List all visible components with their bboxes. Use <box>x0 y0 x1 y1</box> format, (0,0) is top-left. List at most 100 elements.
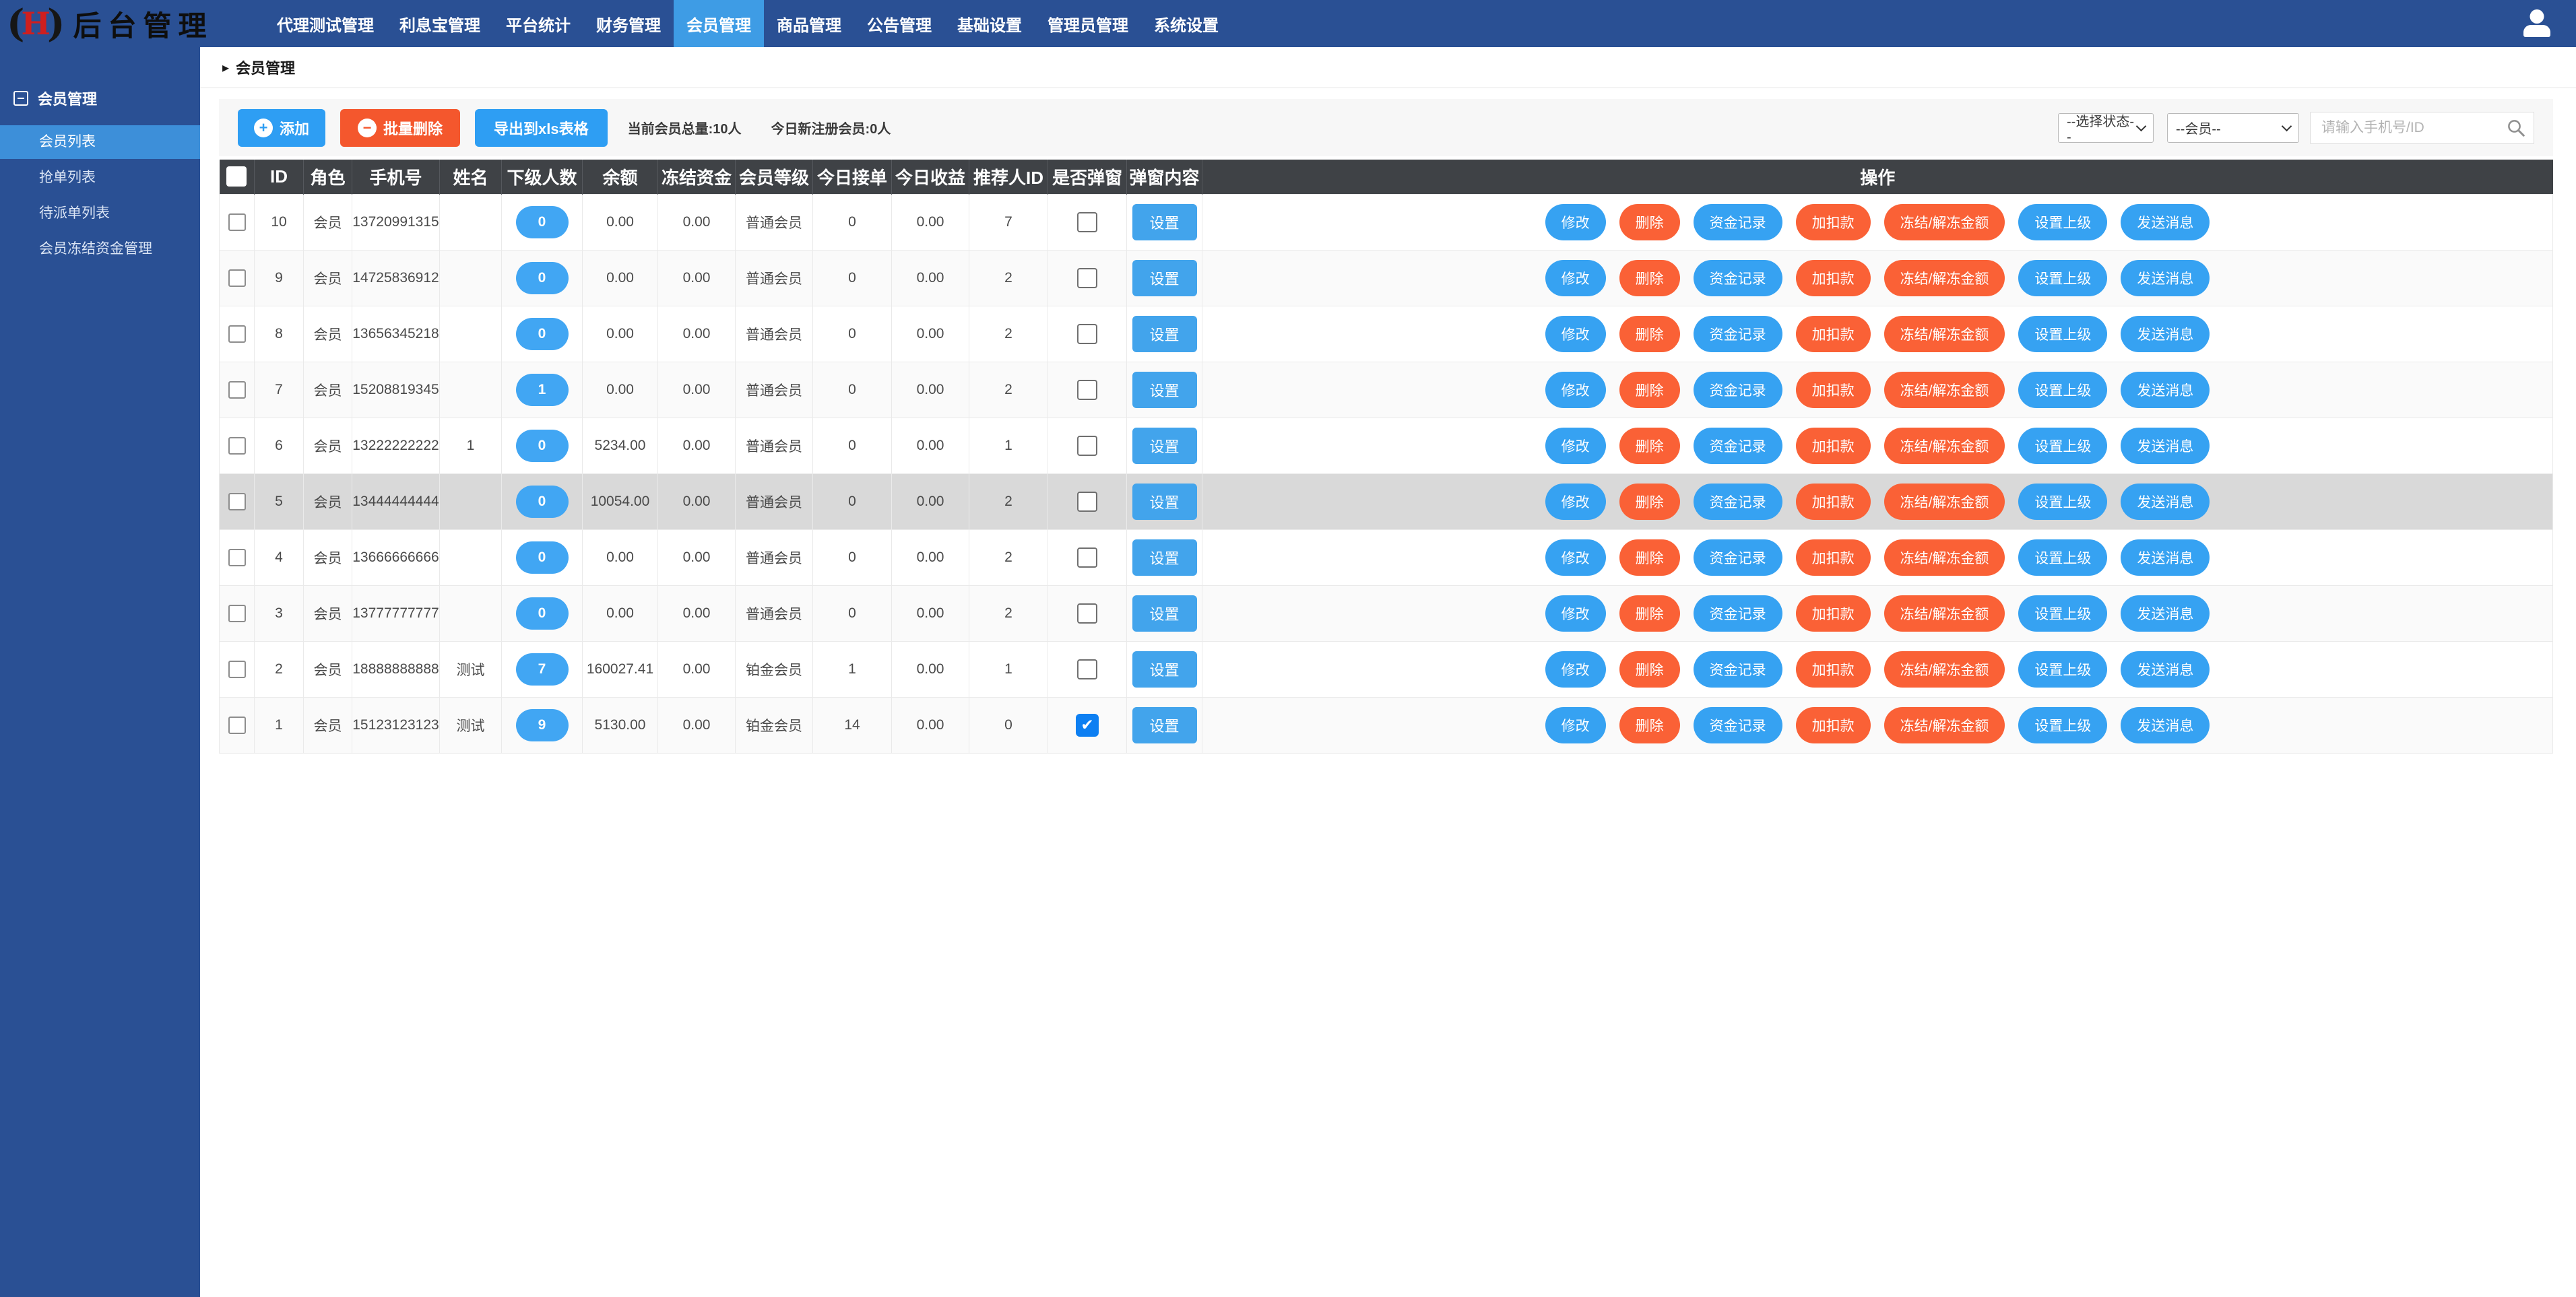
action-freeze-unfreeze-button[interactable]: 冻结/解冻金额 <box>1883 203 2005 240</box>
popup-checkbox[interactable]: ✔ <box>1077 379 1097 400</box>
subordinates-badge[interactable]: 0 <box>515 205 569 238</box>
action-funds-record-button[interactable]: 资金记录 <box>1693 483 1782 520</box>
nav-item-announcements[interactable]: 公告管理 <box>854 0 944 47</box>
row-checkbox[interactable] <box>228 213 246 231</box>
action-send-message-button[interactable]: 发送消息 <box>2121 203 2210 240</box>
row-checkbox[interactable] <box>228 604 246 622</box>
action-set-superior-button[interactable]: 设置上级 <box>2018 483 2108 520</box>
action-set-superior-button[interactable]: 设置上级 <box>2018 203 2108 240</box>
action-adjust-amount-button[interactable]: 加扣款 <box>1795 651 1871 688</box>
action-freeze-unfreeze-button[interactable]: 冻结/解冻金额 <box>1883 651 2005 688</box>
popup-content-set-button[interactable]: 设置 <box>1132 483 1197 520</box>
action-set-superior-button[interactable]: 设置上级 <box>2018 259 2108 296</box>
action-adjust-amount-button[interactable]: 加扣款 <box>1795 706 1871 743</box>
action-send-message-button[interactable]: 发送消息 <box>2121 483 2210 520</box>
popup-content-set-button[interactable]: 设置 <box>1132 427 1197 464</box>
subordinates-badge[interactable]: 7 <box>515 653 569 686</box>
action-edit-button[interactable]: 修改 <box>1545 427 1606 464</box>
action-adjust-amount-button[interactable]: 加扣款 <box>1795 483 1871 520</box>
subordinates-badge[interactable]: 0 <box>515 317 569 350</box>
action-edit-button[interactable]: 修改 <box>1545 539 1606 576</box>
action-delete-button[interactable]: 删除 <box>1619 315 1680 352</box>
row-checkbox[interactable] <box>228 436 246 455</box>
action-set-superior-button[interactable]: 设置上级 <box>2018 706 2108 743</box>
action-adjust-amount-button[interactable]: 加扣款 <box>1795 371 1871 408</box>
popup-checkbox[interactable]: ✔ <box>1077 435 1097 456</box>
action-funds-record-button[interactable]: 资金记录 <box>1693 371 1782 408</box>
popup-checkbox[interactable]: ✔ <box>1077 323 1097 344</box>
action-send-message-button[interactable]: 发送消息 <box>2121 706 2210 743</box>
action-delete-button[interactable]: 删除 <box>1619 371 1680 408</box>
action-adjust-amount-button[interactable]: 加扣款 <box>1795 427 1871 464</box>
popup-content-set-button[interactable]: 设置 <box>1132 315 1197 352</box>
action-funds-record-button[interactable]: 资金记录 <box>1693 427 1782 464</box>
select-all-checkbox[interactable] <box>226 166 247 187</box>
action-delete-button[interactable]: 删除 <box>1619 595 1680 632</box>
action-funds-record-button[interactable]: 资金记录 <box>1693 539 1782 576</box>
sidebar-item-member-list[interactable]: 会员列表 <box>0 125 200 159</box>
popup-checkbox[interactable]: ✔ <box>1077 491 1097 512</box>
subordinates-badge[interactable]: 0 <box>515 429 569 462</box>
action-adjust-amount-button[interactable]: 加扣款 <box>1795 203 1871 240</box>
row-checkbox[interactable] <box>228 380 246 399</box>
action-set-superior-button[interactable]: 设置上级 <box>2018 595 2108 632</box>
sidebar-item-frozen-funds[interactable]: 会员冻结资金管理 <box>0 232 200 266</box>
popup-content-set-button[interactable]: 设置 <box>1132 259 1197 296</box>
popup-content-set-button[interactable]: 设置 <box>1132 203 1197 240</box>
add-button[interactable]: + 添加 <box>238 108 326 147</box>
action-send-message-button[interactable]: 发送消息 <box>2121 427 2210 464</box>
popup-checkbox[interactable]: ✔ <box>1077 211 1097 232</box>
popup-checkbox[interactable]: ✔ <box>1077 267 1097 288</box>
row-checkbox[interactable] <box>228 548 246 566</box>
nav-item-products[interactable]: 商品管理 <box>764 0 854 47</box>
row-checkbox[interactable] <box>228 269 246 287</box>
nav-item-basic-settings[interactable]: 基础设置 <box>944 0 1035 47</box>
action-freeze-unfreeze-button[interactable]: 冻结/解冻金额 <box>1883 371 2005 408</box>
member-select[interactable]: --会员-- <box>2167 112 2299 143</box>
action-send-message-button[interactable]: 发送消息 <box>2121 315 2210 352</box>
action-freeze-unfreeze-button[interactable]: 冻结/解冻金额 <box>1883 483 2005 520</box>
action-edit-button[interactable]: 修改 <box>1545 595 1606 632</box>
action-freeze-unfreeze-button[interactable]: 冻结/解冻金额 <box>1883 259 2005 296</box>
action-set-superior-button[interactable]: 设置上级 <box>2018 315 2108 352</box>
action-send-message-button[interactable]: 发送消息 <box>2121 259 2210 296</box>
action-delete-button[interactable]: 删除 <box>1619 483 1680 520</box>
search-input[interactable] <box>2310 111 2534 144</box>
action-edit-button[interactable]: 修改 <box>1545 371 1606 408</box>
subordinates-badge[interactable]: 9 <box>515 708 569 741</box>
nav-item-system-settings[interactable]: 系统设置 <box>1141 0 1231 47</box>
action-funds-record-button[interactable]: 资金记录 <box>1693 595 1782 632</box>
popup-content-set-button[interactable]: 设置 <box>1132 706 1197 743</box>
action-delete-button[interactable]: 删除 <box>1619 651 1680 688</box>
action-funds-record-button[interactable]: 资金记录 <box>1693 203 1782 240</box>
nav-item-admins[interactable]: 管理员管理 <box>1035 0 1141 47</box>
popup-checkbox[interactable]: ✔ <box>1077 659 1097 679</box>
action-send-message-button[interactable]: 发送消息 <box>2121 651 2210 688</box>
action-freeze-unfreeze-button[interactable]: 冻结/解冻金额 <box>1883 427 2005 464</box>
popup-checkbox-checked[interactable]: ✔ <box>1076 713 1099 737</box>
subordinates-badge[interactable]: 0 <box>515 485 569 518</box>
nav-item-lixibao[interactable]: 利息宝管理 <box>387 0 493 47</box>
action-send-message-button[interactable]: 发送消息 <box>2121 595 2210 632</box>
nav-item-agent-test[interactable]: 代理测试管理 <box>264 0 387 47</box>
action-adjust-amount-button[interactable]: 加扣款 <box>1795 259 1871 296</box>
action-adjust-amount-button[interactable]: 加扣款 <box>1795 595 1871 632</box>
action-delete-button[interactable]: 删除 <box>1619 203 1680 240</box>
subordinates-badge[interactable]: 0 <box>515 261 569 294</box>
action-funds-record-button[interactable]: 资金记录 <box>1693 259 1782 296</box>
row-checkbox[interactable] <box>228 660 246 678</box>
action-send-message-button[interactable]: 发送消息 <box>2121 371 2210 408</box>
export-xls-button[interactable]: 导出到xls表格 <box>475 108 608 147</box>
popup-content-set-button[interactable]: 设置 <box>1132 651 1197 688</box>
popup-content-set-button[interactable]: 设置 <box>1132 371 1197 408</box>
action-funds-record-button[interactable]: 资金记录 <box>1693 315 1782 352</box>
subordinates-badge[interactable]: 0 <box>515 597 569 630</box>
popup-content-set-button[interactable]: 设置 <box>1132 539 1197 576</box>
sidebar-item-pending-orders[interactable]: 待派单列表 <box>0 197 200 230</box>
action-edit-button[interactable]: 修改 <box>1545 203 1606 240</box>
action-edit-button[interactable]: 修改 <box>1545 259 1606 296</box>
action-funds-record-button[interactable]: 资金记录 <box>1693 651 1782 688</box>
action-delete-button[interactable]: 删除 <box>1619 427 1680 464</box>
popup-checkbox[interactable]: ✔ <box>1077 547 1097 568</box>
action-funds-record-button[interactable]: 资金记录 <box>1693 706 1782 743</box>
